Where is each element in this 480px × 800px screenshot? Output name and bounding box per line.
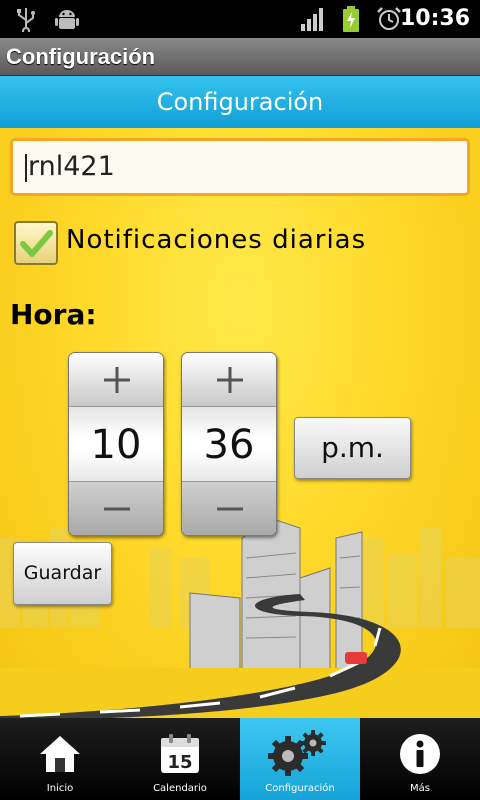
minute-picker[interactable]: 36 <box>181 352 277 536</box>
settings-content: rnl421 Notificaciones diarias Hora: 10 3… <box>0 128 480 718</box>
tab-label: Configuración <box>265 783 335 794</box>
save-button[interactable]: Guardar <box>13 542 112 605</box>
alarm-icon <box>377 7 401 30</box>
battery-charging-icon <box>343 6 359 32</box>
tab-calendario[interactable]: 15 Calendario <box>120 718 240 800</box>
notifications-checkbox[interactable] <box>14 221 58 265</box>
text-cursor <box>25 153 27 182</box>
plus-icon <box>104 367 130 393</box>
minute-value[interactable]: 36 <box>182 407 276 483</box>
app-title: Configuración <box>6 44 156 69</box>
bottom-tab-bar: Inicio 15 Calendario Configuración Más <box>0 718 480 800</box>
hour-value[interactable]: 10 <box>69 407 163 483</box>
android-debug-icon <box>55 10 79 29</box>
info-icon <box>400 734 440 774</box>
calendar-icon: 15 <box>161 734 199 773</box>
usb-icon <box>17 8 35 32</box>
hour-label: Hora: <box>10 298 97 331</box>
page-title: Configuración <box>156 88 324 116</box>
status-bar: 10:36 <box>0 0 480 38</box>
signal-icon <box>301 8 323 31</box>
status-clock: 10:36 <box>399 6 470 31</box>
minute-increment-button[interactable] <box>182 353 276 407</box>
tab-label: Calendario <box>153 783 207 794</box>
plus-icon <box>217 367 243 393</box>
minus-icon <box>104 507 130 511</box>
home-icon <box>40 736 80 772</box>
tab-mas[interactable]: Más <box>360 718 480 800</box>
hour-increment-button[interactable] <box>69 353 163 407</box>
tab-configuracion[interactable]: Configuración <box>240 718 360 800</box>
minus-icon <box>217 507 243 511</box>
tab-label: Más <box>410 783 430 794</box>
calendar-day-number: 15 <box>167 752 192 773</box>
app-title-bar: Configuración <box>0 38 480 76</box>
checkmark-icon <box>20 230 53 257</box>
gears-icon <box>268 730 326 776</box>
minute-decrement-button[interactable] <box>182 481 276 535</box>
ampm-toggle-button[interactable]: p.m. <box>294 417 411 479</box>
tab-inicio[interactable]: Inicio <box>0 718 120 800</box>
plate-input[interactable]: rnl421 <box>10 138 470 196</box>
hour-picker[interactable]: 10 <box>68 352 164 536</box>
plate-input-value: rnl421 <box>28 151 115 182</box>
hour-decrement-button[interactable] <box>69 481 163 535</box>
notifications-label: Notificaciones diarias <box>66 225 367 255</box>
tab-label: Inicio <box>46 783 74 794</box>
section-header: Configuración <box>0 76 480 128</box>
